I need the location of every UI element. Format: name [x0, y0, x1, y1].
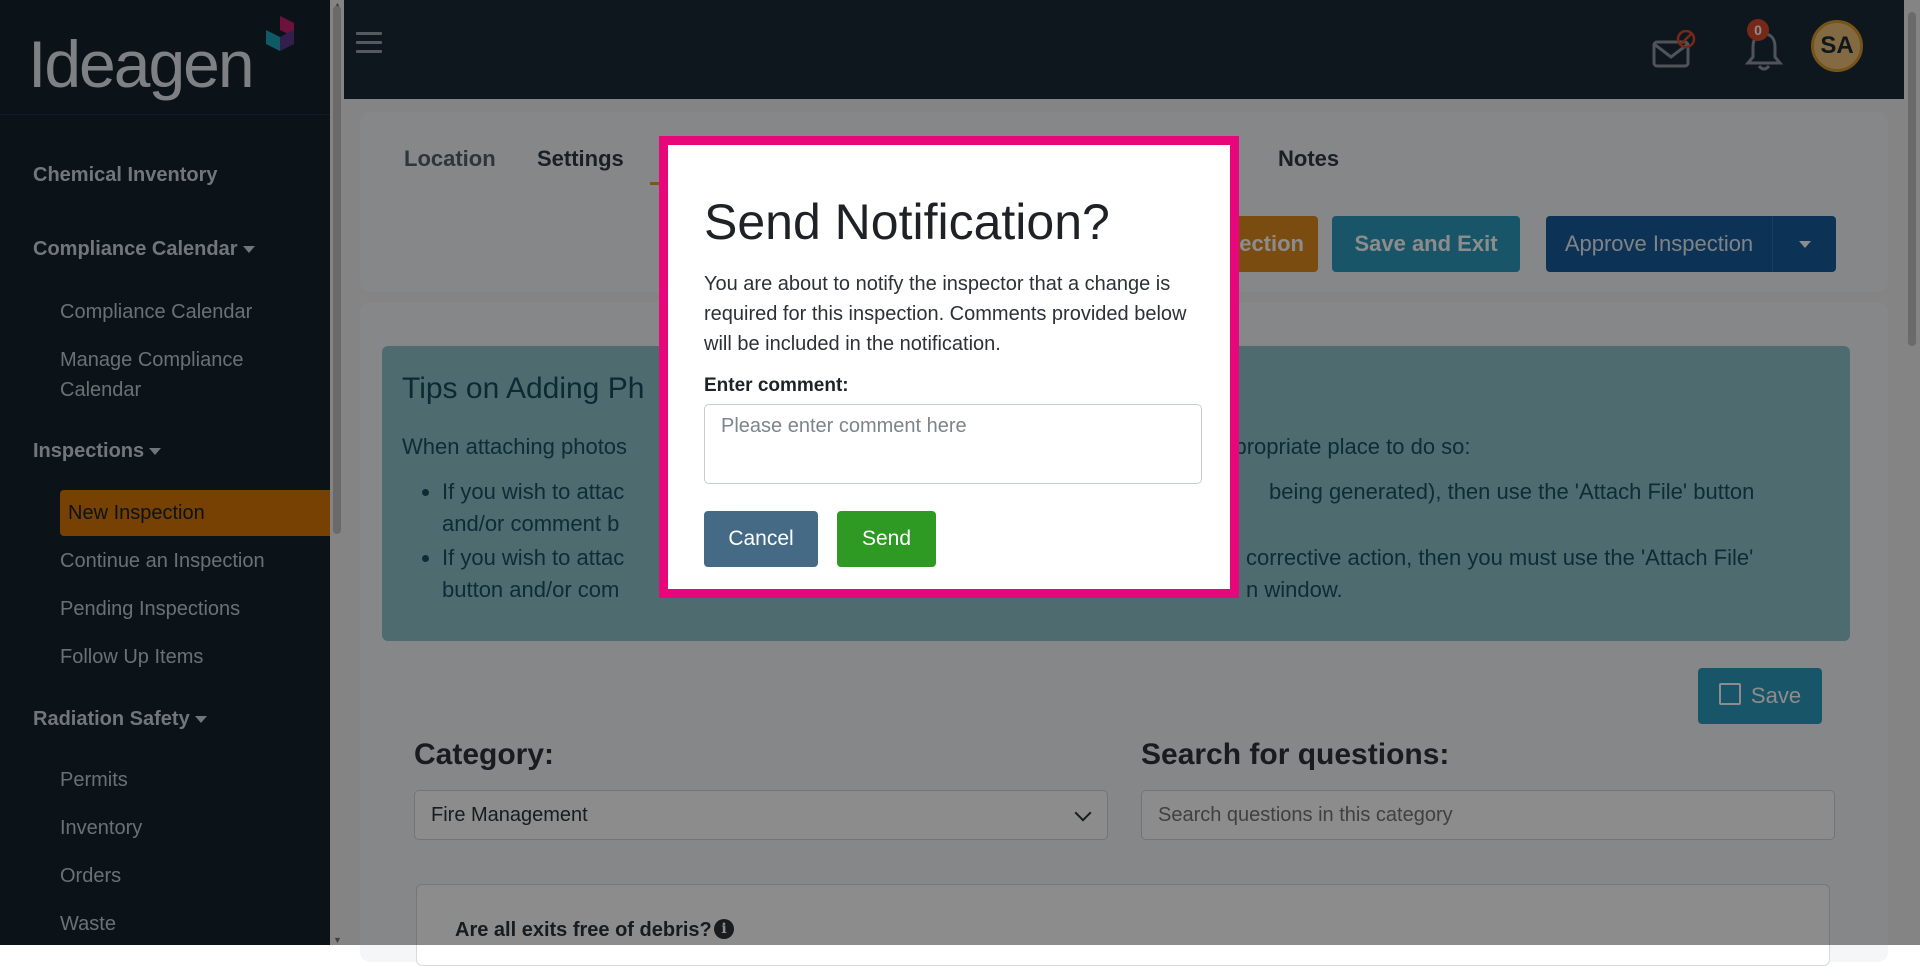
send-notification-dialog: Send Notification? You are about to noti…: [668, 145, 1230, 589]
comment-label: Enter comment:: [704, 375, 849, 396]
dialog-message: You are about to notify the inspector th…: [704, 273, 1187, 355]
comment-textarea[interactable]: [704, 404, 1202, 484]
dialog-title: Send Notification?: [704, 194, 1110, 250]
cancel-button[interactable]: Cancel: [704, 511, 818, 567]
send-button[interactable]: Send: [837, 511, 936, 567]
